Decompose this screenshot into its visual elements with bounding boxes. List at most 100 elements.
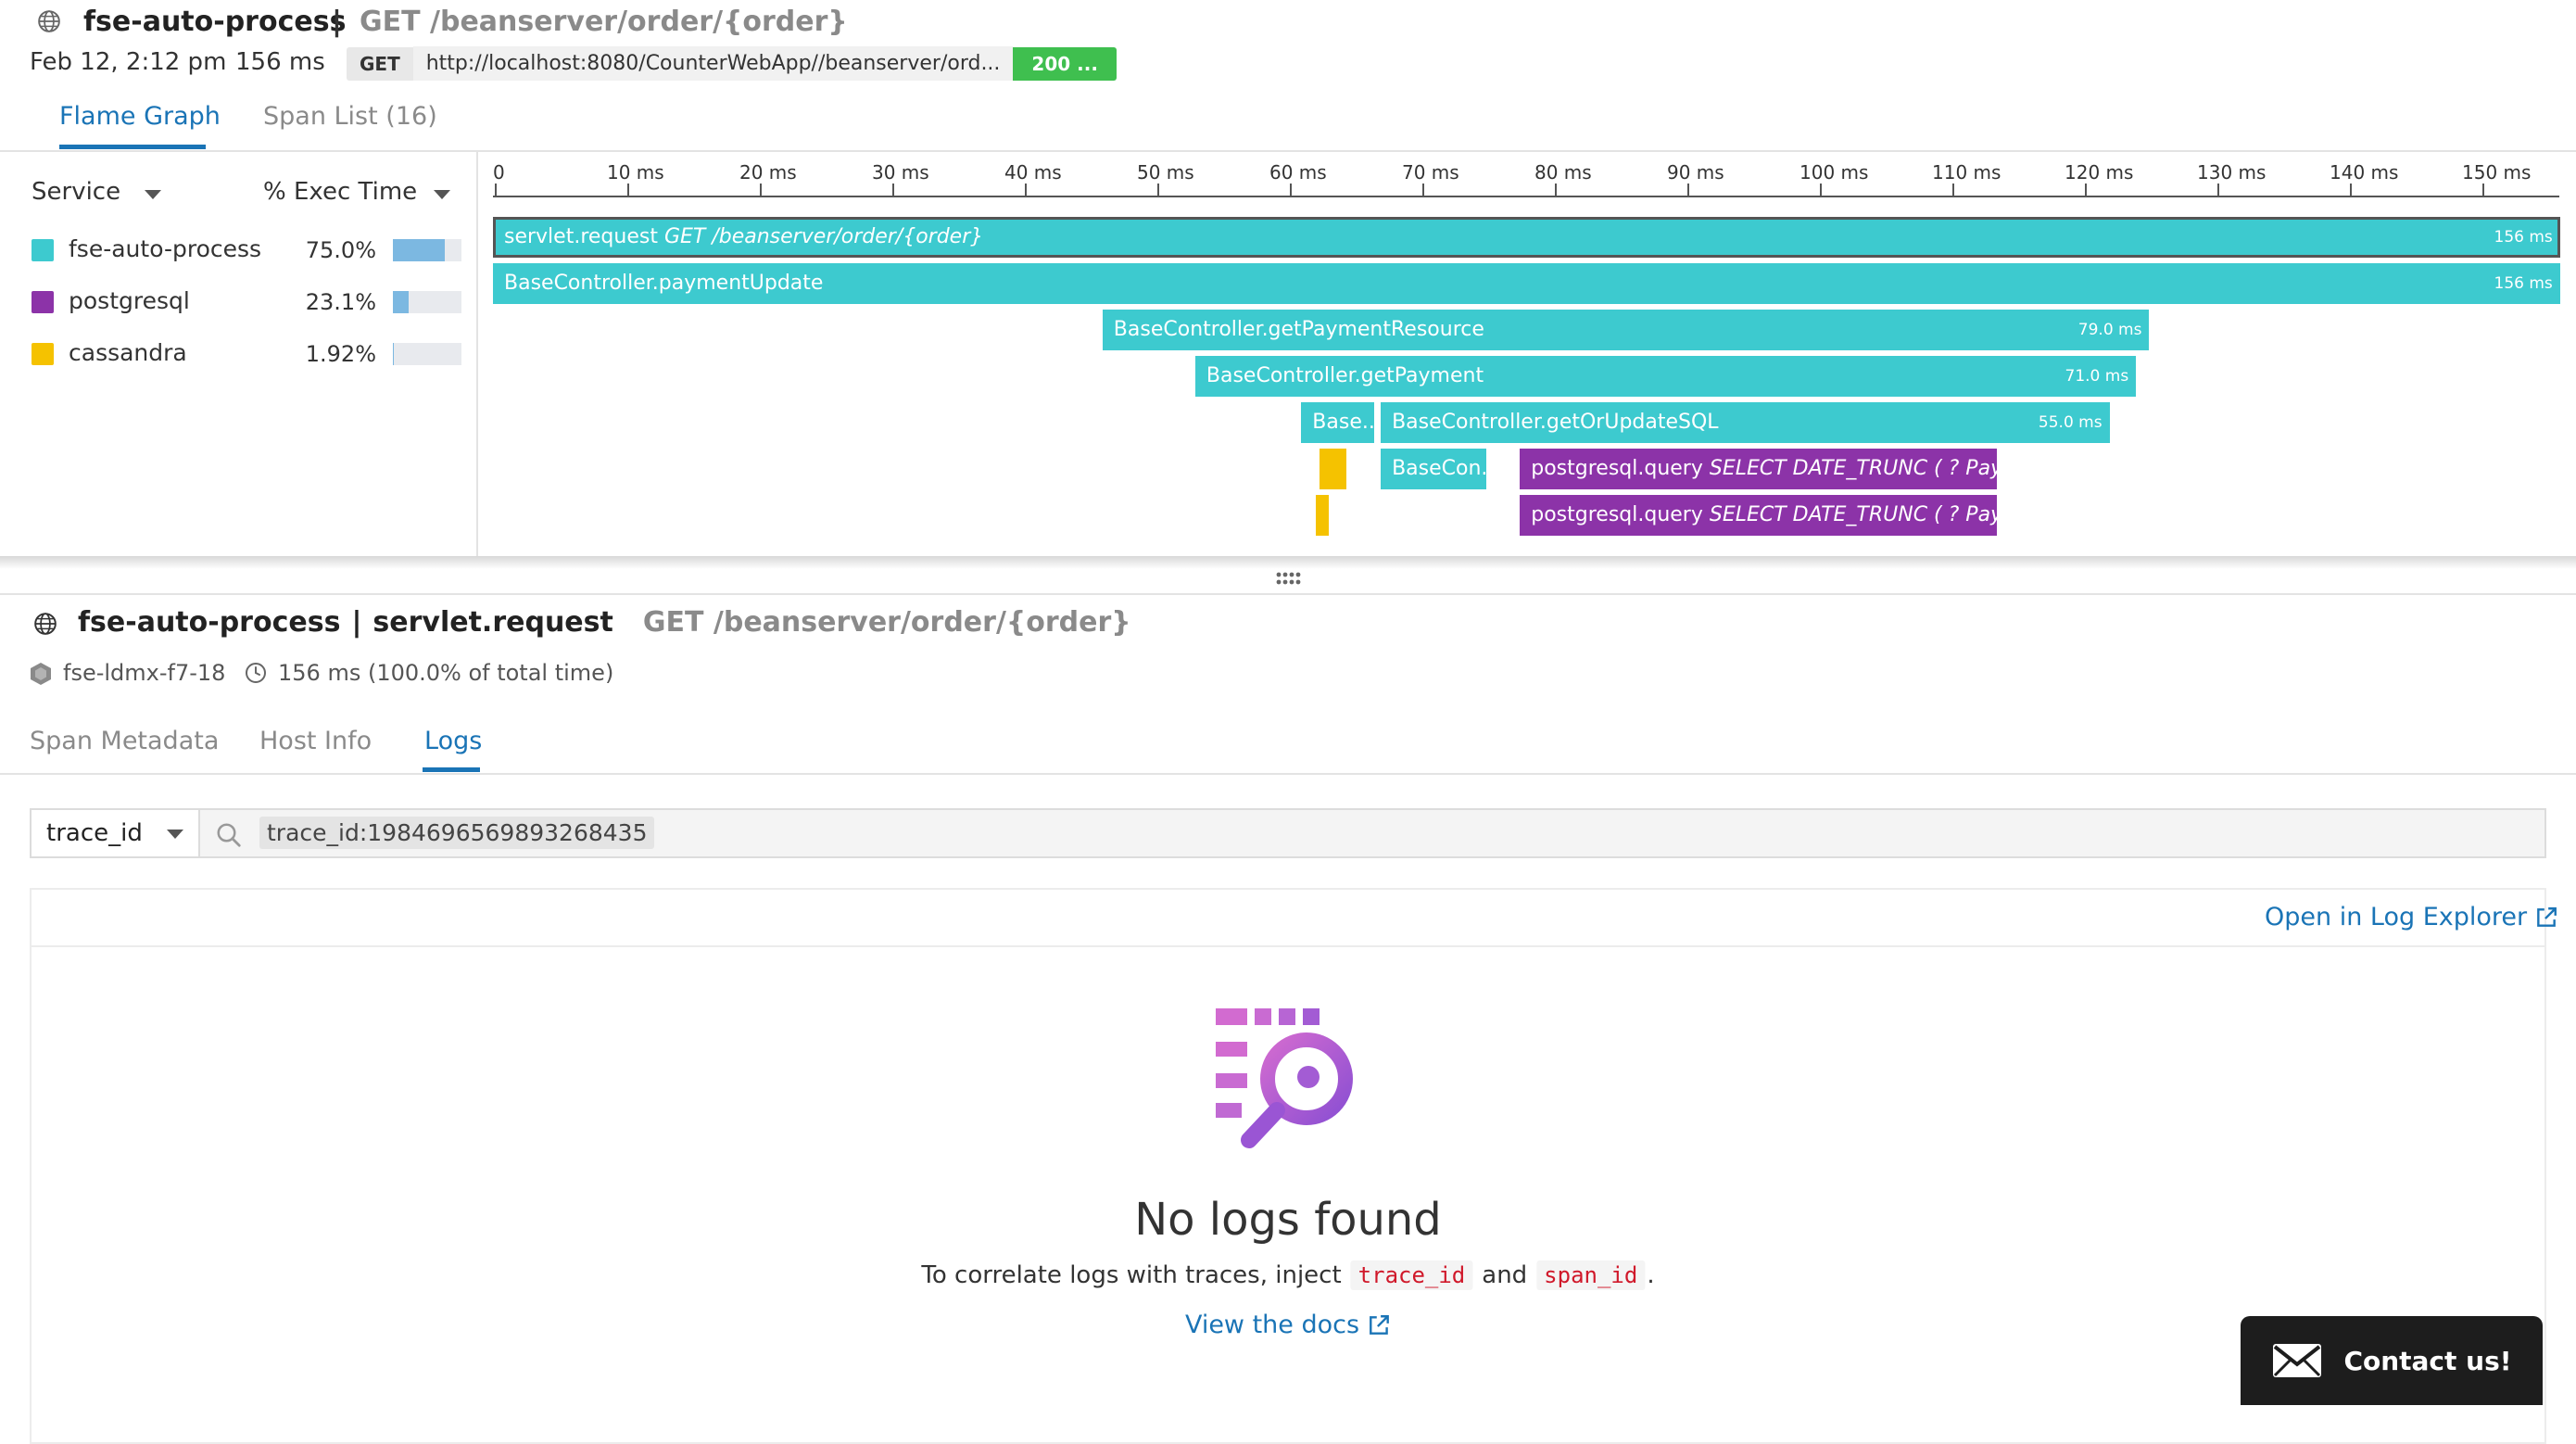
time-axis-tick <box>760 184 762 196</box>
time-axis-label: 60 ms <box>1269 161 1327 184</box>
facet-select[interactable]: trace_id <box>30 808 200 858</box>
time-axis-tick <box>2350 184 2352 196</box>
external-link-icon <box>2537 906 2557 927</box>
hint-code-trace-id: trace_id <box>1350 1260 1473 1290</box>
time-axis-label: 40 ms <box>1004 161 1062 184</box>
span-name: BaseController.getPaymentResource <box>1113 318 1484 341</box>
time-axis-label: 10 ms <box>607 161 664 184</box>
time-axis-tick <box>2217 184 2219 196</box>
flame-span[interactable]: postgresql.query SELECT DATE_TRUNC ( ? P… <box>1520 495 1998 536</box>
span-duration: 71.0 ms <box>2065 367 2129 386</box>
tab-logs-underline <box>423 767 480 772</box>
clock-icon <box>246 663 266 683</box>
time-axis-line <box>493 196 2559 197</box>
open-log-explorer-label: Open in Log Explorer <box>2265 903 2528 931</box>
detail-separator: | <box>351 606 362 639</box>
span-resource: SELECT DATE_TRUNC ( ? Payment. <box>1709 503 1997 526</box>
time-axis-label: 150 ms <box>2462 161 2532 184</box>
span-resource: SELECT DATE_TRUNC ( ? Payment. <box>1709 457 1997 480</box>
flame-span[interactable] <box>1316 495 1330 536</box>
span-detail-title: fse-auto-process | servlet.request GET /… <box>78 606 1131 639</box>
host-icon <box>31 663 51 685</box>
hint-prefix: To correlate logs with traces, inject <box>921 1261 1342 1289</box>
time-axis-tick <box>2482 184 2484 196</box>
time-axis-label: 70 ms <box>1402 161 1459 184</box>
detail-host[interactable]: fse-ldmx-f7-18 <box>63 660 225 686</box>
query-chip[interactable]: trace_id:1984696569893268435 <box>259 817 655 849</box>
flame-span[interactable] <box>1320 449 1346 489</box>
tab-span-metadata[interactable]: Span Metadata <box>30 727 219 755</box>
span-name: postgresql.query <box>1531 457 1703 480</box>
detail-operation: servlet.request <box>373 606 613 639</box>
log-search-input[interactable]: trace_id:1984696569893268435 <box>198 808 2546 858</box>
flame-span[interactable]: BaseController.getPaymentResource 79.0 ms <box>1102 310 2150 350</box>
detail-resource: GET /beanserver/order/{order} <box>642 606 1131 639</box>
hint-suffix: . <box>1647 1261 1655 1289</box>
tab-host-info[interactable]: Host Info <box>259 727 372 755</box>
span-duration: 55.0 ms <box>2038 413 2102 432</box>
span-name: BaseController.paymentUpdate <box>504 272 824 295</box>
time-axis-tick <box>1820 184 1822 196</box>
time-axis-label: 80 ms <box>1534 161 1592 184</box>
flame-span[interactable]: BaseController.getPayment 71.0 ms <box>1194 356 2137 397</box>
chevron-down-icon <box>167 830 183 839</box>
pane-divider <box>0 556 2576 569</box>
empty-state-title: No logs found <box>1134 1194 1442 1246</box>
time-axis-tick <box>627 184 629 196</box>
flame-span[interactable]: BaseCon... <box>1381 449 1487 489</box>
flame-span[interactable]: servlet.request GET /beanserver/order/{o… <box>493 217 2560 258</box>
time-axis-tick <box>495 184 497 196</box>
span-duration: 156 ms <box>2494 274 2553 293</box>
time-axis-tick <box>1422 184 1424 196</box>
span-name: BaseController.getOrUpdateSQL <box>1392 411 1719 434</box>
time-axis-label: 30 ms <box>872 161 929 184</box>
tab-logs[interactable]: Logs <box>424 727 482 755</box>
time-axis-tick <box>892 184 894 196</box>
span-name: servlet.request <box>504 225 658 248</box>
flame-span[interactable]: BaseController.getOrUpdateSQL 55.0 ms <box>1381 402 2110 443</box>
hint-and: and <box>1482 1261 1528 1289</box>
detail-service: fse-auto-process <box>78 606 341 639</box>
time-axis-tick <box>1687 184 1689 196</box>
open-log-explorer-link[interactable]: Open in Log Explorer <box>2265 903 2558 931</box>
drag-handle-icon[interactable] <box>1275 571 1301 586</box>
search-icon <box>217 823 241 847</box>
time-axis-tick <box>2085 184 2087 196</box>
view-docs-link[interactable]: View the docs <box>1185 1311 1391 1339</box>
globe-icon <box>34 613 57 635</box>
time-axis-label: 20 ms <box>739 161 797 184</box>
logs-panel <box>30 888 2546 1444</box>
time-axis-label: 100 ms <box>1799 161 1869 184</box>
span-name: Base... <box>1312 411 1374 434</box>
span-name: postgresql.query <box>1531 503 1703 526</box>
flame-span[interactable]: Base... <box>1301 402 1374 443</box>
time-axis-tick <box>1952 184 1954 196</box>
mail-icon <box>2273 1344 2322 1377</box>
facet-select-value: trace_id <box>46 819 143 847</box>
time-axis-label: 120 ms <box>2065 161 2134 184</box>
time-axis-tick <box>1290 184 1292 196</box>
pane-divider-line <box>0 593 2576 595</box>
time-axis-tick <box>1555 184 1557 196</box>
view-docs-label: View the docs <box>1184 1311 1360 1339</box>
time-axis-label: 130 ms <box>2197 161 2267 184</box>
span-resource: GET /beanserver/order/{order} <box>657 225 984 248</box>
logs-panel-header-divider <box>32 945 2544 947</box>
detail-tabs-divider <box>0 773 2576 775</box>
time-axis-label: 110 ms <box>1932 161 2001 184</box>
time-axis-label: 50 ms <box>1137 161 1194 184</box>
external-link-icon <box>1370 1314 1390 1335</box>
flame-graph: 0 10 ms 20 ms 30 ms 40 ms 50 ms 60 ms 70 ms 80 m… <box>0 0 2576 560</box>
contact-us-button[interactable]: Contact us! <box>2241 1316 2543 1405</box>
time-axis-label: 90 ms <box>1667 161 1724 184</box>
span-duration: 79.0 ms <box>2077 321 2142 339</box>
detail-time: 156 ms (100.0% of total time) <box>278 660 614 686</box>
time-axis-tick <box>1157 184 1159 196</box>
time-axis-tick <box>1025 184 1027 196</box>
empty-state-hint: To correlate logs with traces, inject tr… <box>921 1260 1655 1290</box>
flame-span[interactable]: BaseController.paymentUpdate 156 ms <box>493 263 2560 304</box>
span-duration: 156 ms <box>2494 228 2553 247</box>
span-name: BaseCon... <box>1392 457 1486 480</box>
flame-span[interactable]: postgresql.query SELECT DATE_TRUNC ( ? P… <box>1520 449 1998 489</box>
time-axis-label: 0 <box>493 161 505 184</box>
